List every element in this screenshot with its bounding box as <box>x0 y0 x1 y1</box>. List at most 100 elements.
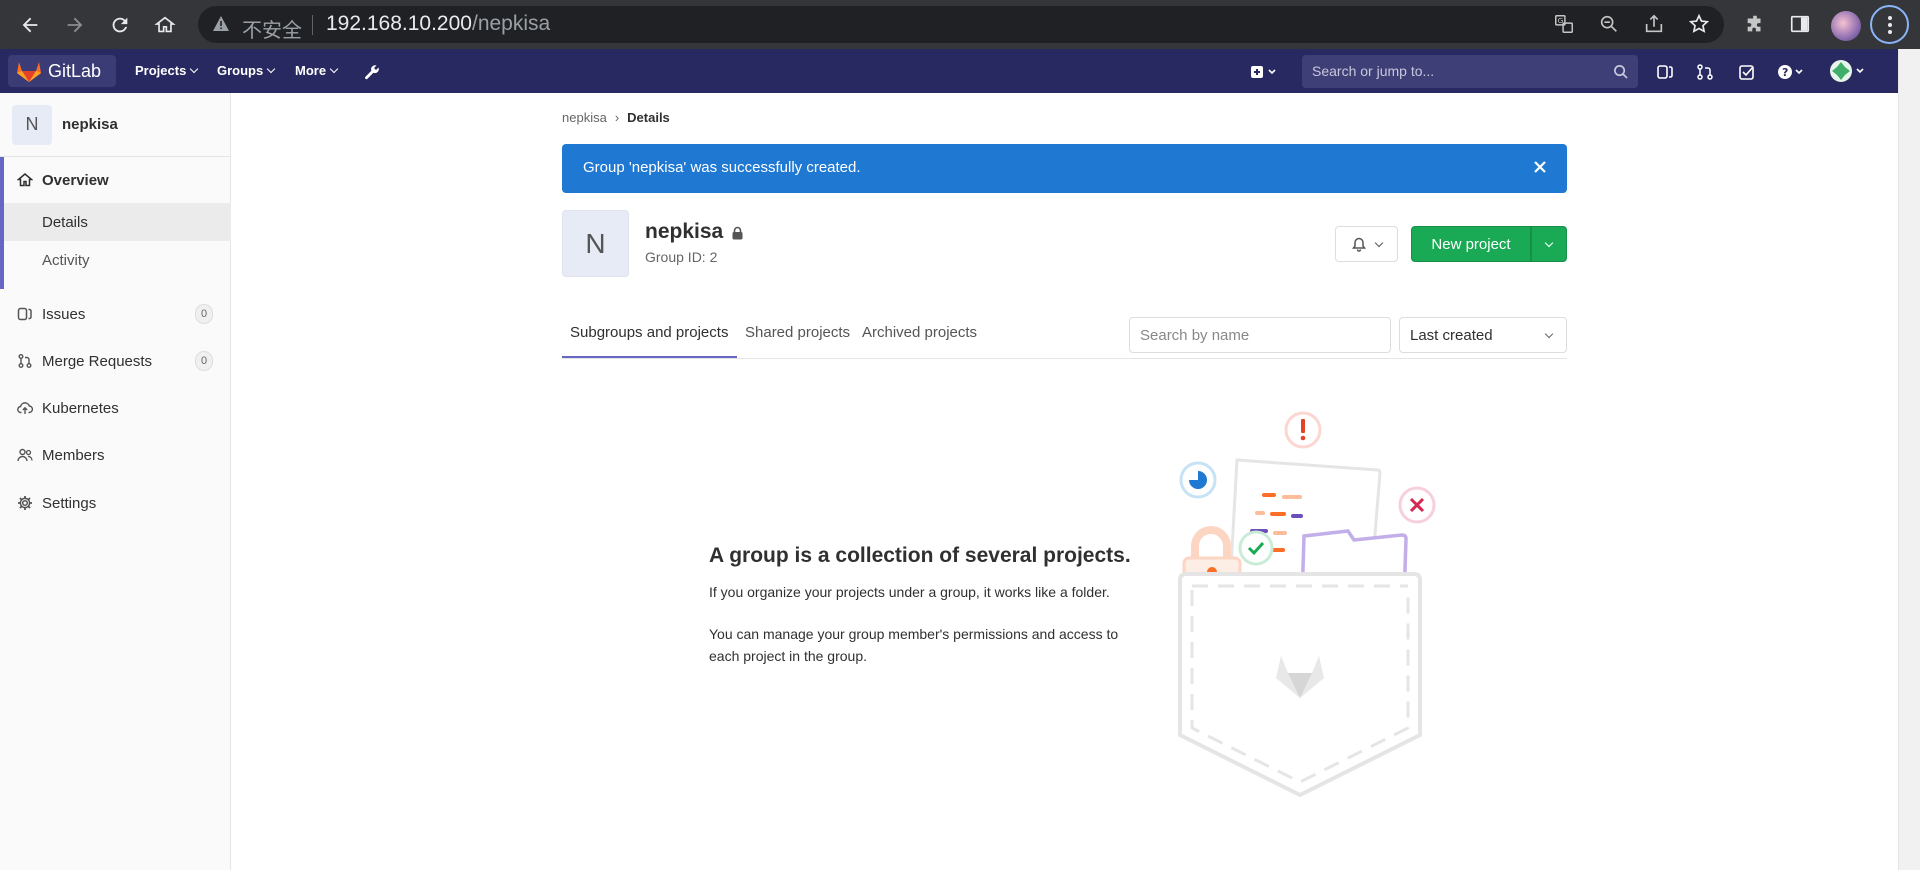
address-bar[interactable]: 不安全 192.168.10.200/nepkisa <box>198 6 1724 43</box>
global-search-placeholder: Search or jump to... <box>1312 63 1435 79</box>
issues-icon[interactable] <box>1655 62 1675 82</box>
tabs-divider <box>562 358 1567 359</box>
url-host: 192.168.10.200 <box>326 12 472 35</box>
side-panel-icon[interactable] <box>1788 12 1812 36</box>
notification-dropdown[interactable] <box>1335 226 1398 262</box>
users-icon <box>16 446 34 464</box>
lock-icon <box>732 226 743 240</box>
sidebar-item-settings[interactable]: Settings <box>0 483 231 523</box>
home-icon <box>16 171 34 189</box>
sidebar-issues-label: Issues <box>42 305 86 323</box>
home-icon[interactable] <box>152 12 178 38</box>
gitlab-header: GitLab Projects Groups More Search or ju… <box>0 49 1898 93</box>
page-title: nepkisa <box>645 220 724 243</box>
chevron-down-icon <box>1374 238 1383 247</box>
sidebar-activity-label: Activity <box>42 251 90 269</box>
browser-menu-icon[interactable] <box>1870 5 1909 44</box>
help-dropdown[interactable]: ? <box>1777 62 1807 82</box>
chevron-down-icon <box>1544 329 1554 338</box>
merge-requests-icon[interactable] <box>1695 62 1715 82</box>
sidebar-overview-label: Overview <box>42 171 109 189</box>
chevron-down-icon <box>329 64 339 73</box>
sidebar-members-label: Members <box>42 446 105 464</box>
reload-icon[interactable] <box>107 12 133 38</box>
empty-state-line-2: You can manage your group member's permi… <box>709 626 1119 664</box>
breadcrumb-separator: › <box>614 110 620 125</box>
back-icon[interactable] <box>17 12 43 38</box>
sidebar-settings-label: Settings <box>42 494 97 512</box>
translate-icon[interactable]: G <box>1552 12 1576 36</box>
new-project-button[interactable]: New project <box>1411 226 1531 262</box>
breadcrumb-group-link[interactable]: nepkisa <box>562 110 607 125</box>
cloud-upload-icon <box>16 399 34 417</box>
extensions-icon[interactable] <box>1743 12 1767 36</box>
tanuki-icon <box>17 62 41 82</box>
svg-text:?: ? <box>1782 66 1788 79</box>
new-project-dropdown-toggle[interactable] <box>1531 226 1567 262</box>
close-icon[interactable] <box>1531 158 1549 176</box>
sidebar-item-kubernetes[interactable]: Kubernetes <box>0 388 231 428</box>
group-sidebar: N nepkisa Overview Details Activity Issu… <box>0 93 231 870</box>
url-path: /nepkisa <box>471 12 551 35</box>
chevron-down-icon <box>266 64 276 73</box>
todos-icon[interactable] <box>1737 62 1757 82</box>
sidebar-kubernetes-label: Kubernetes <box>42 399 119 417</box>
breadcrumb-current[interactable]: Details <box>627 110 670 125</box>
global-search-input[interactable]: Search or jump to... <box>1302 55 1638 88</box>
group-avatar: N <box>562 210 629 277</box>
sidebar-item-details[interactable]: Details <box>4 203 231 241</box>
issues-icon <box>16 305 34 323</box>
merge-requests-count-badge: 0 <box>195 351 213 371</box>
empty-state-title: A group is a collection of several proje… <box>709 544 1131 567</box>
sidebar-item-issues[interactable]: Issues 0 <box>0 294 231 334</box>
page-scrollbar[interactable] <box>1898 49 1920 870</box>
app-name: GitLab <box>48 60 102 81</box>
flash-message: Group 'nepkisa' was successfully created… <box>583 159 861 176</box>
sidebar-item-activity[interactable]: Activity <box>4 241 231 279</box>
omnibox-divider <box>312 15 313 35</box>
share-icon[interactable] <box>1642 12 1666 36</box>
projects-menu[interactable]: Projects <box>135 63 199 78</box>
profile-avatar[interactable] <box>1831 11 1861 41</box>
tab-shared-projects[interactable]: Shared projects <box>745 324 850 341</box>
sort-dropdown[interactable]: Last created <box>1399 317 1567 353</box>
sidebar-group-avatar: N <box>12 104 52 145</box>
new-dropdown[interactable] <box>1250 62 1280 82</box>
sidebar-item-merge-requests[interactable]: Merge Requests 0 <box>0 341 231 381</box>
empty-state-illustration <box>1178 411 1436 798</box>
gear-icon <box>16 494 34 512</box>
insecure-label: 不安全 <box>242 20 302 42</box>
svg-text:G: G <box>1558 16 1564 25</box>
issues-count-badge: 0 <box>195 304 213 324</box>
group-id: Group ID: 2 <box>645 249 718 265</box>
groups-menu[interactable]: Groups <box>217 63 276 78</box>
chevron-down-icon <box>190 64 199 73</box>
bookmark-star-icon[interactable] <box>1687 12 1711 36</box>
browser-toolbar: 不安全 192.168.10.200/nepkisa G <box>0 0 1920 49</box>
bell-icon <box>1351 237 1366 252</box>
zoom-icon[interactable] <box>1597 12 1621 36</box>
user-menu[interactable] <box>1830 59 1866 83</box>
sidebar-group-header[interactable]: N nepkisa <box>0 93 230 157</box>
flash-notice: Group 'nepkisa' was successfully created… <box>562 144 1567 193</box>
more-menu[interactable]: More <box>295 63 339 78</box>
sidebar-group-name: nepkisa <box>62 116 118 133</box>
forward-icon[interactable] <box>62 12 88 38</box>
empty-state-line-1: If you organize your projects under a gr… <box>709 584 1110 600</box>
sidebar-item-members[interactable]: Members <box>0 435 231 475</box>
sidebar-merge-requests-label: Merge Requests <box>42 352 153 370</box>
projects-menu-label: Projects <box>135 63 187 78</box>
breadcrumb: nepkisa › Details <box>562 110 670 125</box>
sidebar-details-label: Details <box>42 213 88 231</box>
warning-icon <box>213 16 229 31</box>
search-by-name-input[interactable] <box>1129 317 1391 353</box>
sort-selected-value: Last created <box>1410 326 1493 344</box>
url-text[interactable]: 192.168.10.200/nepkisa <box>326 12 550 36</box>
merge-request-icon <box>16 352 34 370</box>
sidebar-item-overview[interactable]: Overview <box>0 160 231 200</box>
tab-subgroups-and-projects[interactable]: Subgroups and projects <box>570 324 728 341</box>
groups-menu-label: Groups <box>217 63 264 78</box>
tab-archived-projects[interactable]: Archived projects <box>862 324 977 341</box>
admin-wrench-icon[interactable] <box>362 62 382 82</box>
gitlab-logo[interactable]: GitLab <box>8 55 116 87</box>
